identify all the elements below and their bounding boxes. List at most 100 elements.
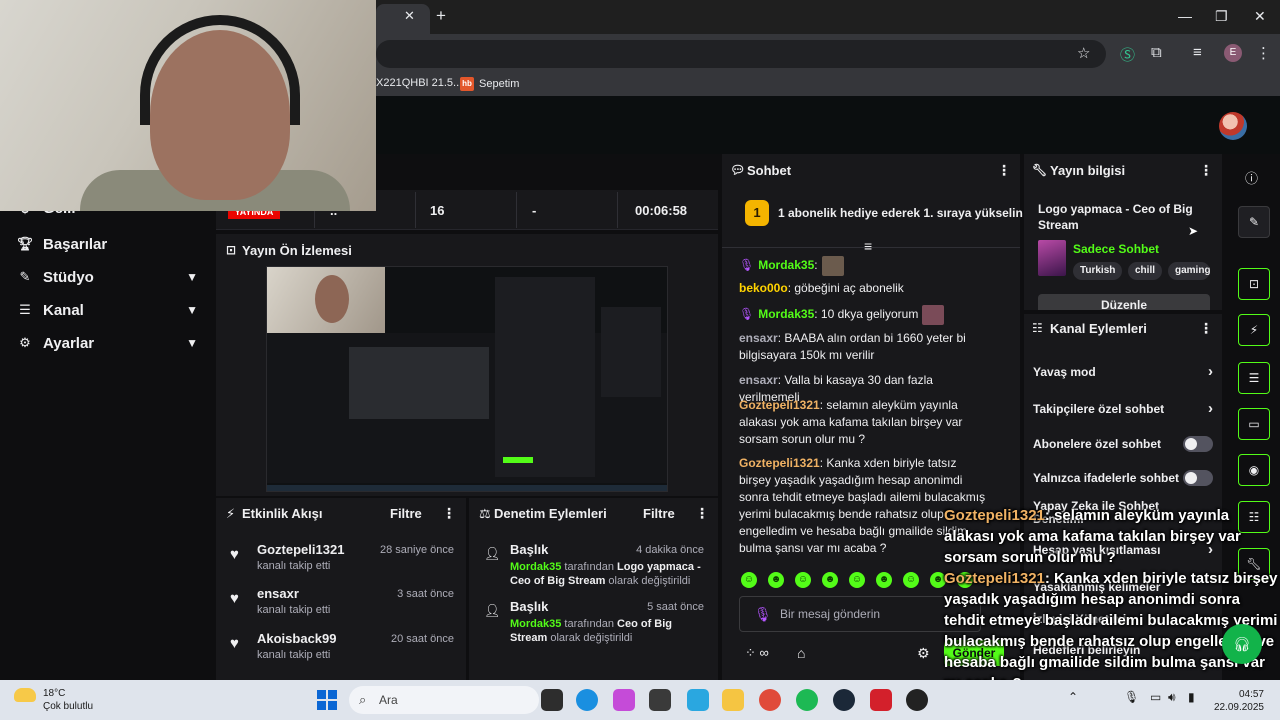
- chat-username[interactable]: Goztepeli1321: [739, 456, 820, 470]
- app-icon[interactable]: [649, 689, 671, 711]
- moderation-filter-button[interactable]: Filtre: [643, 506, 675, 521]
- bolt-icon: ⚡︎: [226, 506, 236, 521]
- tag-gaming[interactable]: gaming: [1168, 262, 1210, 280]
- network-icon[interactable]: ▭: [1150, 690, 1161, 704]
- edit-rail-icon[interactable]: ✎: [1238, 206, 1270, 238]
- address-bar[interactable]: [376, 40, 1106, 68]
- mod-desc: Mordak35 tarafından Logo yapmaca - Ceo o…: [510, 560, 710, 588]
- tray-chevron-icon[interactable]: ⌃: [1068, 690, 1078, 704]
- stream-preview-video[interactable]: [266, 266, 668, 492]
- emote-only-toggle[interactable]: [1183, 470, 1213, 486]
- extension-s-icon[interactable]: Ⓢ: [1120, 44, 1135, 65]
- extensions-icon[interactable]: ⧉: [1151, 44, 1162, 61]
- emote-icon[interactable]: ☺: [741, 572, 757, 588]
- chat-username[interactable]: Goztepeli1321: [739, 398, 820, 412]
- minimize-icon[interactable]: —: [1178, 8, 1192, 24]
- nav-item-studio[interactable]: ✎ Stüdyo ▼: [16, 265, 206, 289]
- new-tab-icon[interactable]: +: [436, 6, 446, 26]
- bookmark-item[interactable]: X221QHBI 21.5...: [376, 77, 462, 89]
- points-icon[interactable]: ⁘ ∞: [745, 645, 769, 661]
- close-tab-icon[interactable]: ✕: [404, 8, 415, 24]
- action-subscribers-only: Abonelere özel sohbet: [1033, 436, 1213, 452]
- restore-icon[interactable]: ❐: [1215, 8, 1228, 25]
- emote-icon[interactable]: ☺: [903, 572, 919, 588]
- mic-tray-icon[interactable]: 🎙︎: [1124, 690, 1139, 704]
- profile-avatar[interactable]: E: [1224, 44, 1242, 62]
- chat-username[interactable]: ensaxr: [739, 331, 778, 345]
- pinned-toggle-icon[interactable]: ≡: [864, 238, 872, 254]
- gift-leaderboard[interactable]: 1 1 abonelik hediye ederek 1. sıraya yük…: [745, 200, 1023, 226]
- document-rail-icon[interactable]: ☰: [1238, 362, 1270, 394]
- browser-tab[interactable]: [376, 4, 430, 34]
- volume-icon[interactable]: 🔊︎: [1168, 690, 1176, 705]
- mod-user[interactable]: Mordak35: [510, 561, 561, 573]
- emote-icon[interactable]: ☻: [768, 572, 784, 588]
- moderation-menu-icon[interactable]: ⋮: [695, 505, 709, 522]
- emote-icon[interactable]: ☻: [876, 572, 892, 588]
- feed-user[interactable]: Akoisback99: [257, 631, 337, 646]
- emote-icon[interactable]: ☻: [822, 572, 838, 588]
- file-explorer-icon[interactable]: [722, 689, 744, 711]
- channel-actions-menu-icon[interactable]: ⋮: [1199, 320, 1213, 337]
- action-followers-only[interactable]: Takipçilere özel sohbet ›: [1033, 400, 1213, 417]
- chat-username[interactable]: beko00o: [739, 281, 788, 295]
- category-name[interactable]: Sadece Sohbet: [1073, 242, 1159, 256]
- vscode-icon[interactable]: [687, 689, 709, 711]
- nav-item-settings[interactable]: ⚙ Ayarlar ▼: [16, 331, 206, 355]
- activity-menu-icon[interactable]: ⋮: [442, 505, 456, 522]
- emote-icon[interactable]: ☺: [849, 572, 865, 588]
- feed-item: ♥ Akoisback99 20 saat önce kanalı takip …: [228, 631, 458, 667]
- feed-user[interactable]: ensaxr: [257, 586, 299, 601]
- mod-user[interactable]: Mordak35: [510, 618, 561, 630]
- chat-settings-icon[interactable]: ⚙: [917, 645, 930, 662]
- spotify-icon[interactable]: [796, 689, 818, 711]
- info-icon[interactable]: ⓘ: [1245, 168, 1258, 187]
- taskbar-clock[interactable]: 04:57 22.09.2025: [1212, 688, 1264, 714]
- chat-username[interactable]: Mordak35: [758, 258, 814, 272]
- store-icon[interactable]: ⌂: [797, 645, 805, 661]
- taskbar-search[interactable]: ⌕ Ara: [349, 686, 539, 714]
- chat-username[interactable]: ensaxr: [739, 373, 778, 387]
- copilot-icon[interactable]: [613, 689, 635, 711]
- nav-item-achievements[interactable]: 🏆︎ Başarılar: [16, 232, 206, 256]
- weather-widget[interactable]: 18°C Çok bulutlu: [43, 687, 93, 713]
- mouse-cursor-icon: ➤: [1188, 224, 1199, 238]
- feed-action: kanalı takip etti: [257, 560, 331, 572]
- action-label: Takipçilere özel sohbet: [1033, 402, 1165, 416]
- user-avatar[interactable]: [1219, 112, 1247, 140]
- stream-info-menu-icon[interactable]: ⋮: [1199, 162, 1213, 179]
- mic-badge-icon: 🎙︎: [739, 307, 755, 322]
- divider: [617, 192, 618, 228]
- chevron-right-icon: ›: [1208, 363, 1213, 380]
- chat-rail-icon[interactable]: ▭: [1238, 408, 1270, 440]
- tag-chill[interactable]: chill: [1128, 262, 1163, 280]
- chat-message: 🎙︎ Mordak35: 10 dkya geliyorum: [739, 305, 987, 325]
- chat-username[interactable]: Mordak35: [758, 307, 814, 321]
- headset-support-icon[interactable]: 🎧︎: [1222, 624, 1262, 664]
- nav-item-channel[interactable]: ☰ Kanal ▼: [16, 298, 206, 322]
- close-window-icon[interactable]: ✕: [1254, 8, 1266, 25]
- battery-icon[interactable]: ▮: [1188, 690, 1195, 704]
- edit-button[interactable]: Düzenle: [1038, 294, 1210, 310]
- tag-turkish[interactable]: Turkish: [1073, 262, 1123, 280]
- activity-filter-button[interactable]: Filtre: [390, 506, 422, 521]
- chat-menu-icon[interactable]: ⋮: [997, 162, 1011, 179]
- windows-start-icon[interactable]: [317, 690, 337, 710]
- emote-icon[interactable]: ☺: [795, 572, 811, 588]
- edge-icon[interactable]: [576, 689, 598, 711]
- bolt-rail-icon[interactable]: ⚡︎: [1238, 314, 1270, 346]
- feed-user[interactable]: Goztepeli1321: [257, 542, 344, 557]
- obs-icon[interactable]: [906, 689, 928, 711]
- broadcast-rail-icon[interactable]: ◉: [1238, 454, 1270, 486]
- bookmark-sepetim[interactable]: Sepetim: [479, 78, 519, 90]
- chrome-icon[interactable]: [759, 689, 781, 711]
- steam-icon[interactable]: [833, 689, 855, 711]
- bookmark-star-icon[interactable]: ☆: [1077, 44, 1090, 62]
- preview-rail-icon[interactable]: ⊡: [1238, 268, 1270, 300]
- game-icon[interactable]: [870, 689, 892, 711]
- media-control-icon[interactable]: ≡: [1193, 44, 1202, 61]
- browser-menu-icon[interactable]: ⋮: [1256, 44, 1271, 62]
- subscribers-only-toggle[interactable]: [1183, 436, 1213, 452]
- task-view-icon[interactable]: [541, 689, 563, 711]
- action-slow-mode[interactable]: Yavaş mod ›: [1033, 363, 1213, 380]
